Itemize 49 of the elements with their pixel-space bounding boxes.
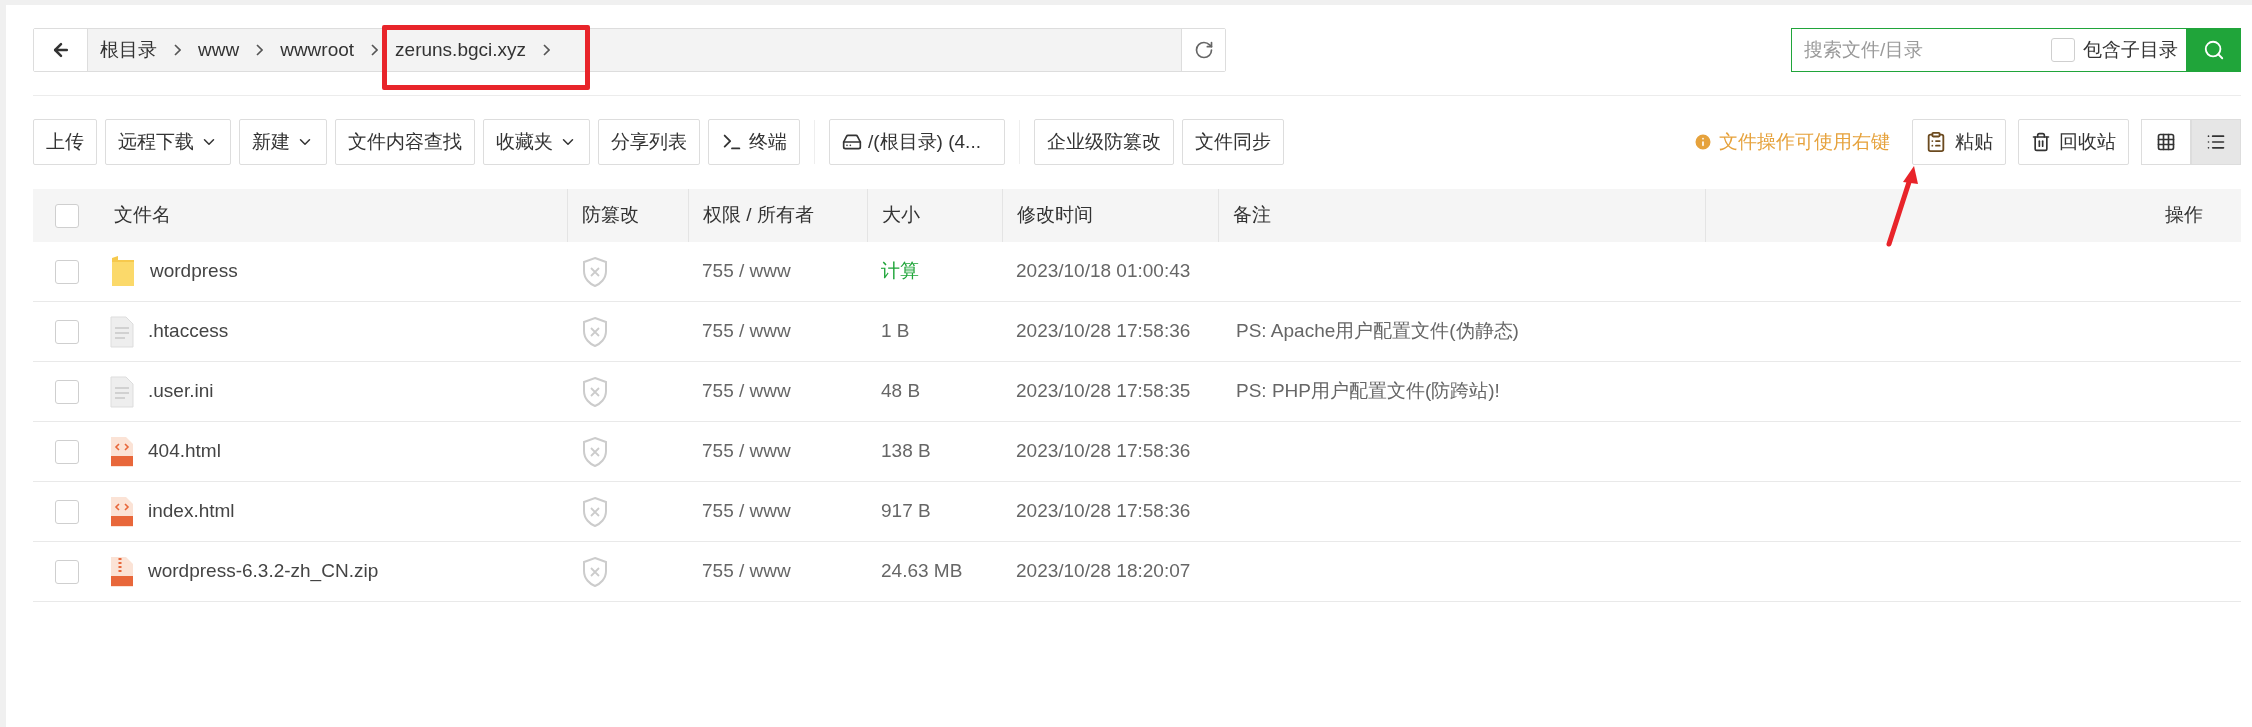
- note-text: PS: Apache用户配置文件(伪静态): [1236, 320, 1519, 342]
- toolbar-button[interactable]: 文件内容查找: [335, 119, 475, 165]
- column-header[interactable]: 文件名: [114, 201, 171, 230]
- modified-time: 2023/10/18 01:00:43: [1015, 259, 1192, 284]
- file-name[interactable]: .user.ini: [148, 377, 214, 406]
- file-name[interactable]: .htaccess: [148, 317, 229, 346]
- toolbar-button[interactable]: /(根目录) (4...: [829, 119, 1005, 165]
- column-header[interactable]: 权限 / 所有者: [703, 201, 814, 230]
- note-text: PS: PHP用户配置文件(防跨站)!: [1236, 380, 1500, 402]
- file-size: 1 B: [880, 319, 911, 344]
- breadcrumb-link[interactable]: zeruns.bgci.xyz: [393, 35, 529, 65]
- file-name[interactable]: index.html: [148, 497, 235, 526]
- toolbar-button[interactable]: 企业级防篡改: [1034, 119, 1174, 165]
- file-size: 917 B: [880, 499, 932, 524]
- breadcrumb-link[interactable]: www: [196, 35, 242, 65]
- modified-time: 2023/10/28 18:20:07: [1015, 559, 1192, 584]
- column-header[interactable]: 防篡改: [582, 201, 639, 230]
- column-header[interactable]: 大小: [882, 201, 920, 230]
- file-name[interactable]: wordpress-6.3.2-zh_CN.zip: [148, 557, 379, 586]
- toolbar-button[interactable]: 分享列表: [598, 119, 700, 165]
- file-size: 48 B: [880, 379, 922, 404]
- permission-text: 755 / www: [701, 379, 792, 404]
- modified-time: 2023/10/28 17:58:36: [1015, 499, 1192, 524]
- permission-text: 755 / www: [701, 319, 792, 344]
- permission-text: 755 / www: [701, 259, 792, 284]
- permission-text: 755 / www: [701, 499, 792, 524]
- modified-time: 2023/10/28 17:58:35: [1015, 379, 1192, 404]
- action-button[interactable]: 回收站: [2018, 119, 2129, 165]
- permission-text: 755 / www: [701, 559, 792, 584]
- breadcrumb-link[interactable]: 根目录: [98, 35, 159, 65]
- file-size: 24.63 MB: [880, 559, 964, 584]
- file-size: 138 B: [880, 439, 932, 464]
- toolbar-button[interactable]: 终端: [708, 119, 800, 165]
- toolbar-button[interactable]: 上传: [33, 119, 97, 165]
- hint-text: 文件操作可使用右键: [1719, 129, 1890, 154]
- column-header[interactable]: 修改时间: [1017, 201, 1093, 230]
- file-name[interactable]: 404.html: [148, 437, 221, 466]
- toolbar-button[interactable]: 收藏夹: [483, 119, 590, 165]
- modified-time: 2023/10/28 17:58:36: [1015, 439, 1192, 464]
- permission-text: 755 / www: [701, 439, 792, 464]
- file-name[interactable]: wordpress: [150, 257, 238, 286]
- column-header[interactable]: 备注: [1233, 201, 1271, 230]
- column-header[interactable]: 操作: [2165, 201, 2203, 230]
- toolbar-button[interactable]: 文件同步: [1182, 119, 1284, 165]
- breadcrumb-link[interactable]: wwwroot: [278, 35, 357, 65]
- toolbar-button[interactable]: 远程下载: [105, 119, 231, 165]
- modified-time: 2023/10/28 17:58:36: [1015, 319, 1192, 344]
- toolbar-button[interactable]: 新建: [239, 119, 327, 165]
- action-button[interactable]: 粘贴: [1912, 119, 2006, 165]
